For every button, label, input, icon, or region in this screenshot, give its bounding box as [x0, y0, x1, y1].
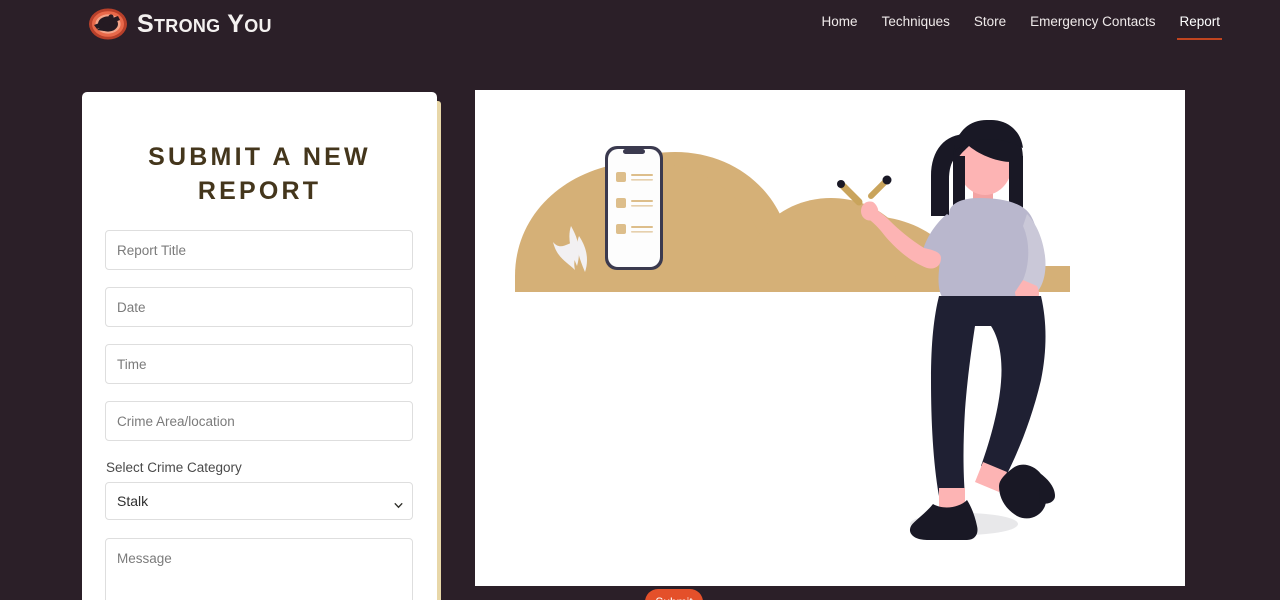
main-navigation: Home Techniques Store Emergency Contacts…	[822, 14, 1222, 41]
crime-category-select[interactable]: Stalk	[105, 482, 413, 520]
crime-category-select-wrap: Stalk	[105, 482, 413, 520]
page-title: SUBMIT A NEW REPORT	[148, 143, 371, 205]
pencil-icon	[837, 175, 892, 206]
nav-item-home[interactable]: Home	[822, 14, 858, 40]
phone-mockup	[605, 146, 663, 270]
report-title-input[interactable]	[105, 230, 413, 270]
report-page: Strong You Home Techniques Store Emergen…	[0, 0, 1280, 600]
location-input[interactable]	[105, 401, 413, 441]
woman-with-pencil-and-checklist-phone-illustration	[515, 120, 1070, 540]
brand-name: Strong You	[137, 9, 272, 38]
report-form-card: SUBMIT A NEW REPORT Select Crime Categor…	[82, 92, 441, 600]
woman-figure	[837, 120, 1055, 540]
time-input[interactable]	[105, 344, 413, 384]
date-input[interactable]	[105, 287, 413, 327]
site-header: Strong You Home Techniques Store Emergen…	[0, 0, 1280, 50]
crime-category-label: Select Crime Category	[106, 460, 242, 475]
nav-item-techniques[interactable]: Techniques	[882, 14, 950, 40]
nav-item-report[interactable]: Report	[1177, 14, 1222, 41]
message-textarea[interactable]	[105, 538, 413, 600]
shield-runner-logo-icon	[88, 4, 128, 44]
report-form: Select Crime Category Stalk	[82, 208, 437, 600]
nav-item-emergency-contacts[interactable]: Emergency Contacts	[1030, 14, 1155, 40]
submit-button[interactable]: Submit	[645, 589, 703, 600]
nav-item-store[interactable]: Store	[974, 14, 1006, 40]
brand-logo-link[interactable]: Strong You	[88, 4, 272, 44]
illustration-panel	[475, 90, 1185, 586]
